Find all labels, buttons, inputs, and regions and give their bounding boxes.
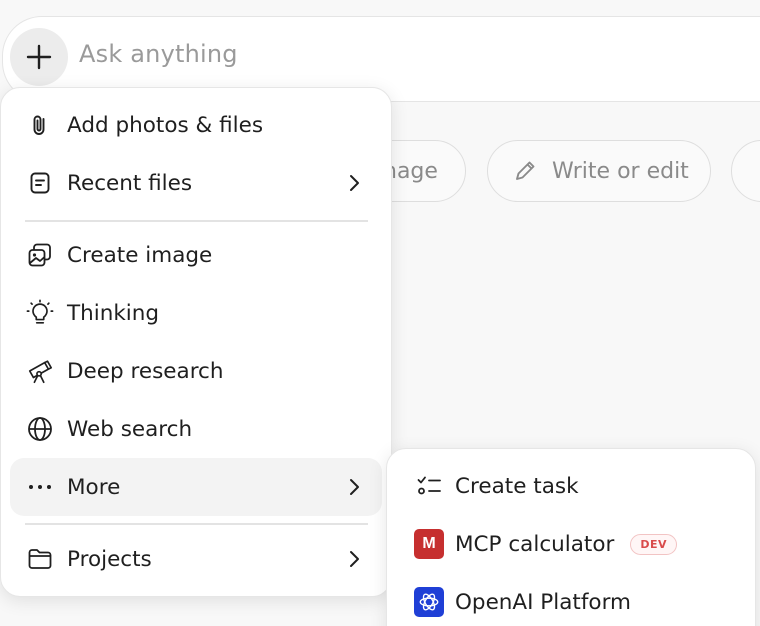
menu-item-label: More — [67, 474, 121, 500]
menu-item-label: Deep research — [67, 358, 224, 384]
menu-item-label: Create image — [67, 242, 213, 268]
chevron-right-icon — [342, 171, 366, 195]
submenu-item-mcp-calculator[interactable]: M MCP calculator DEV — [397, 515, 747, 573]
plus-icon — [26, 44, 52, 70]
chip-more[interactable] — [731, 140, 760, 202]
menu-item-more[interactable]: More — [10, 458, 382, 516]
mcp-calculator-app-icon: M — [413, 528, 445, 560]
chip-label: Write or edit — [552, 158, 689, 184]
openai-icon — [413, 586, 445, 618]
app-tile: M — [414, 529, 444, 559]
submenu-item-label: MCP calculator — [455, 531, 615, 557]
dev-badge: DEV — [630, 533, 678, 555]
menu-item-label: Add photos & files — [67, 112, 264, 138]
menu-item-web-search[interactable]: Web search — [10, 400, 382, 458]
file-icon — [26, 169, 54, 197]
more-submenu: Create task M MCP calculator DEV OpenAI … — [386, 448, 756, 626]
attachment-menu: Add photos & files Recent files Create i… — [0, 87, 392, 597]
menu-divider — [25, 523, 368, 525]
image-icon — [26, 241, 54, 269]
menu-divider — [25, 220, 368, 222]
submenu-item-label: OpenAI Platform — [455, 589, 631, 615]
ellipsis-icon — [26, 473, 54, 501]
chevron-right-icon — [342, 475, 366, 499]
menu-item-label: Projects — [67, 546, 152, 572]
submenu-item-create-task[interactable]: Create task — [397, 457, 747, 515]
chip-write-or-edit[interactable]: Write or edit — [487, 140, 711, 202]
lightbulb-icon — [26, 299, 54, 327]
pencil-icon — [516, 161, 535, 180]
menu-item-label: Recent files — [67, 170, 193, 196]
menu-item-label: Thinking — [67, 300, 160, 326]
menu-item-create-image[interactable]: Create image — [10, 226, 382, 284]
paperclip-icon — [26, 111, 54, 139]
menu-item-deep-research[interactable]: Deep research — [10, 342, 382, 400]
menu-item-recent-files[interactable]: Recent files — [10, 154, 382, 212]
menu-item-label: Web search — [67, 416, 193, 442]
chevron-right-icon — [342, 547, 366, 571]
folder-icon — [26, 545, 54, 573]
menu-item-thinking[interactable]: Thinking — [10, 284, 382, 342]
menu-item-add-photos-files[interactable]: Add photos & files — [10, 96, 382, 154]
submenu-item-label: Create task — [455, 473, 579, 499]
globe-icon — [26, 415, 54, 443]
submenu-item-openai-platform[interactable]: OpenAI Platform — [397, 573, 747, 626]
stage: Ask anything nage Write or edit Add phot… — [0, 0, 760, 626]
menu-item-projects[interactable]: Projects — [10, 530, 382, 588]
add-attachment-button[interactable] — [10, 28, 68, 86]
checklist-icon — [413, 470, 445, 502]
telescope-icon — [26, 357, 54, 385]
composer-placeholder[interactable]: Ask anything — [79, 40, 238, 68]
